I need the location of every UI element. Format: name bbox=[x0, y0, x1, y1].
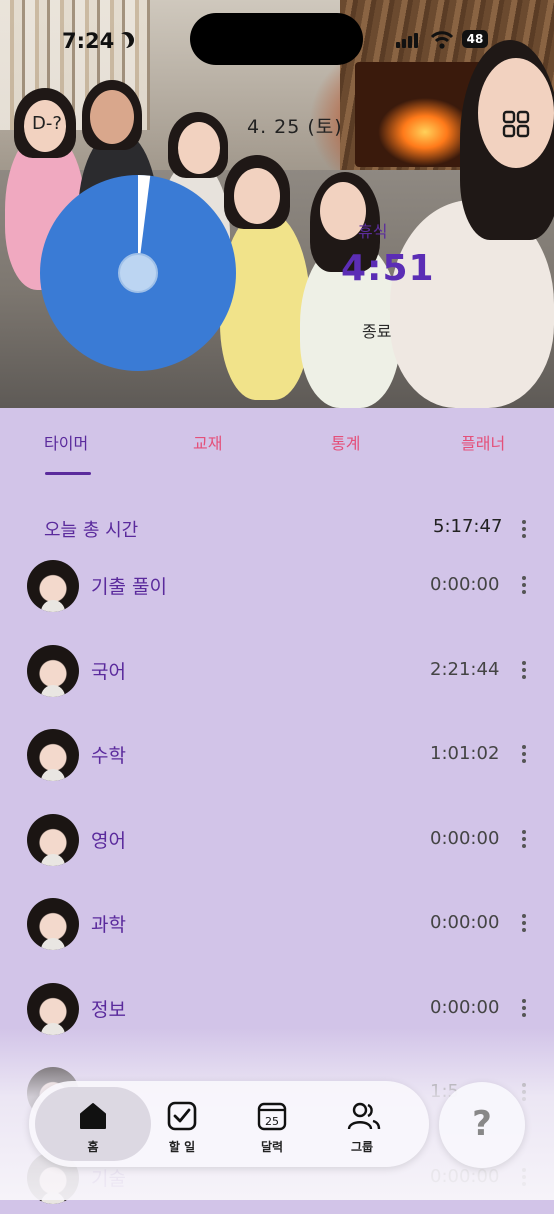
status-time: 7:24 bbox=[62, 29, 115, 53]
nav-calendar[interactable]: 25 달력 bbox=[237, 1081, 307, 1167]
more-vertical-icon[interactable] bbox=[521, 829, 527, 850]
grid-menu-icon[interactable] bbox=[502, 110, 530, 138]
subject-name: 정보 bbox=[91, 998, 126, 1021]
battery-indicator: 48 bbox=[462, 30, 488, 48]
more-vertical-icon[interactable] bbox=[521, 998, 527, 1019]
subject-row[interactable]: 영어 0:00:00 bbox=[0, 804, 554, 876]
tab-timer[interactable]: 타이머 bbox=[44, 430, 88, 454]
home-icon bbox=[80, 1103, 106, 1129]
nav-group-label: 그룹 bbox=[350, 1140, 374, 1154]
more-vertical-icon[interactable] bbox=[521, 576, 527, 596]
tab-statistics[interactable]: 통계 bbox=[331, 430, 360, 454]
subject-row[interactable]: 과학 0:00:00 bbox=[0, 888, 554, 960]
subject-name: 영어 bbox=[91, 829, 126, 852]
subject-name: 과학 bbox=[91, 914, 126, 936]
nav-calendar-label: 달력 bbox=[260, 1140, 284, 1154]
subject-avatar[interactable] bbox=[27, 729, 79, 781]
d-day-label[interactable]: D-? bbox=[32, 113, 62, 134]
nav-todo-label: 할 일 bbox=[168, 1140, 196, 1154]
subject-avatar[interactable] bbox=[27, 644, 79, 697]
subject-time: 0:00:00 bbox=[430, 827, 500, 849]
nav-home[interactable]: 홈 bbox=[58, 1081, 128, 1167]
subject-row[interactable]: 국어 2:21:44 bbox=[0, 635, 554, 707]
bottom-nav-bar: 홈 할 일 25 달력 그룹 bbox=[29, 1081, 429, 1167]
tab-planner[interactable]: 플래너 bbox=[461, 430, 505, 454]
nav-group[interactable]: 그룹 bbox=[327, 1081, 397, 1167]
subject-row[interactable]: 기출 풀이 0:00:00 bbox=[0, 550, 554, 622]
more-vertical-icon[interactable] bbox=[521, 745, 527, 765]
end-rest-button[interactable]: 종료 bbox=[362, 318, 391, 342]
calendar-day-number: 25 bbox=[265, 1115, 279, 1128]
more-vertical-icon[interactable] bbox=[521, 660, 527, 681]
calendar-icon: 25 bbox=[257, 1102, 287, 1131]
nav-home-label: 홈 bbox=[87, 1140, 99, 1154]
current-date: 4. 25 (토) bbox=[247, 116, 343, 138]
rest-countdown: 4:51 bbox=[341, 248, 435, 289]
tab-textbook[interactable]: 교재 bbox=[193, 430, 222, 454]
timer-dial-knob bbox=[118, 253, 158, 293]
help-button[interactable]: ? bbox=[439, 1082, 525, 1168]
subject-time: 1:01:02 bbox=[430, 743, 500, 764]
question-mark-icon: ? bbox=[472, 1104, 492, 1144]
more-vertical-icon[interactable] bbox=[521, 914, 527, 934]
subject-avatar[interactable] bbox=[27, 898, 79, 950]
subject-time: 2:21:44 bbox=[430, 658, 500, 680]
subject-time: 0:00:00 bbox=[430, 996, 500, 1018]
more-vertical-icon[interactable] bbox=[521, 520, 527, 540]
wifi-icon bbox=[430, 31, 454, 49]
subject-time: 0:00:00 bbox=[430, 574, 500, 595]
checkbox-icon bbox=[167, 1101, 197, 1131]
subject-name: 국어 bbox=[91, 660, 126, 683]
tab-bar: 타이머 교재 통계 플래너 bbox=[0, 408, 554, 478]
total-time-label: 오늘 총 시간 bbox=[44, 520, 139, 541]
active-tab-indicator bbox=[45, 472, 91, 475]
nav-todo[interactable]: 할 일 bbox=[147, 1081, 217, 1167]
dynamic-island bbox=[190, 13, 363, 65]
subject-avatar[interactable] bbox=[27, 982, 79, 1035]
subject-time: 0:00:00 bbox=[430, 912, 500, 933]
group-icon bbox=[347, 1102, 381, 1130]
total-time-row: 오늘 총 시간 5:17:47 bbox=[0, 508, 554, 548]
subject-name: 수학 bbox=[91, 745, 126, 767]
subject-row[interactable]: 수학 1:01:02 bbox=[0, 719, 554, 791]
subject-avatar[interactable] bbox=[27, 560, 79, 612]
total-time-value: 5:17:47 bbox=[433, 516, 503, 537]
rest-label: 휴식 bbox=[358, 222, 388, 241]
subject-name: 기출 풀이 bbox=[91, 576, 167, 598]
cellular-signal-icon bbox=[396, 33, 418, 48]
subject-avatar[interactable] bbox=[27, 813, 79, 866]
timer-dial[interactable] bbox=[40, 175, 236, 371]
